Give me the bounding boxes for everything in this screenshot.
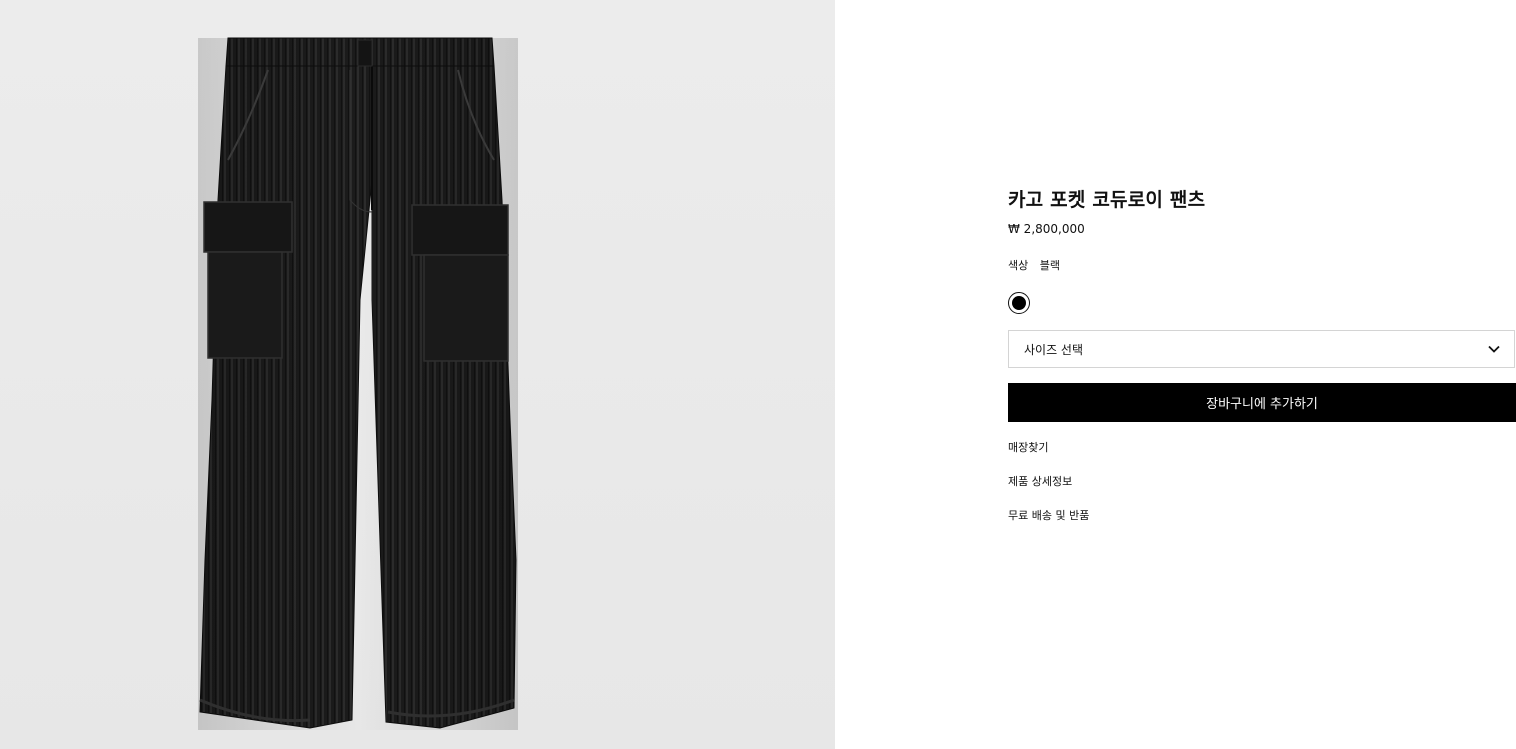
color-swatch-dot [1012, 296, 1026, 310]
product-details-panel: 카고 포켓 코듀로이 팬츠 ₩ 2,800,000 색상 블랙 사이즈 선택 장… [1008, 186, 1516, 543]
product-image-gallery[interactable] [0, 0, 835, 749]
color-swatch-black[interactable] [1008, 292, 1030, 314]
size-select[interactable]: 사이즈 선택 [1008, 330, 1515, 368]
color-value: 블랙 [1039, 259, 1060, 272]
product-price: ₩ 2,800,000 [1008, 222, 1085, 236]
size-select-placeholder: 사이즈 선택 [1024, 342, 1084, 357]
info-links: 매장찾기 제품 상세정보 무료 배송 및 반품 [1008, 441, 1516, 523]
cargo-pants-image [198, 37, 518, 730]
store-locator-link[interactable]: 매장찾기 [1008, 441, 1516, 455]
shipping-returns-link[interactable]: 무료 배송 및 반품 [1008, 509, 1516, 523]
color-label: 색상 [1008, 259, 1029, 272]
chevron-down-icon [1488, 342, 1500, 356]
add-to-cart-button[interactable]: 장바구니에 추가하기 [1008, 383, 1516, 422]
color-row: 색상 블랙 [1008, 259, 1516, 273]
product-details-link[interactable]: 제품 상세정보 [1008, 475, 1516, 489]
product-page: 카고 포켓 코듀로이 팬츠 ₩ 2,800,000 색상 블랙 사이즈 선택 장… [0, 0, 1516, 749]
product-title: 카고 포켓 코듀로이 팬츠 [1008, 189, 1206, 211]
